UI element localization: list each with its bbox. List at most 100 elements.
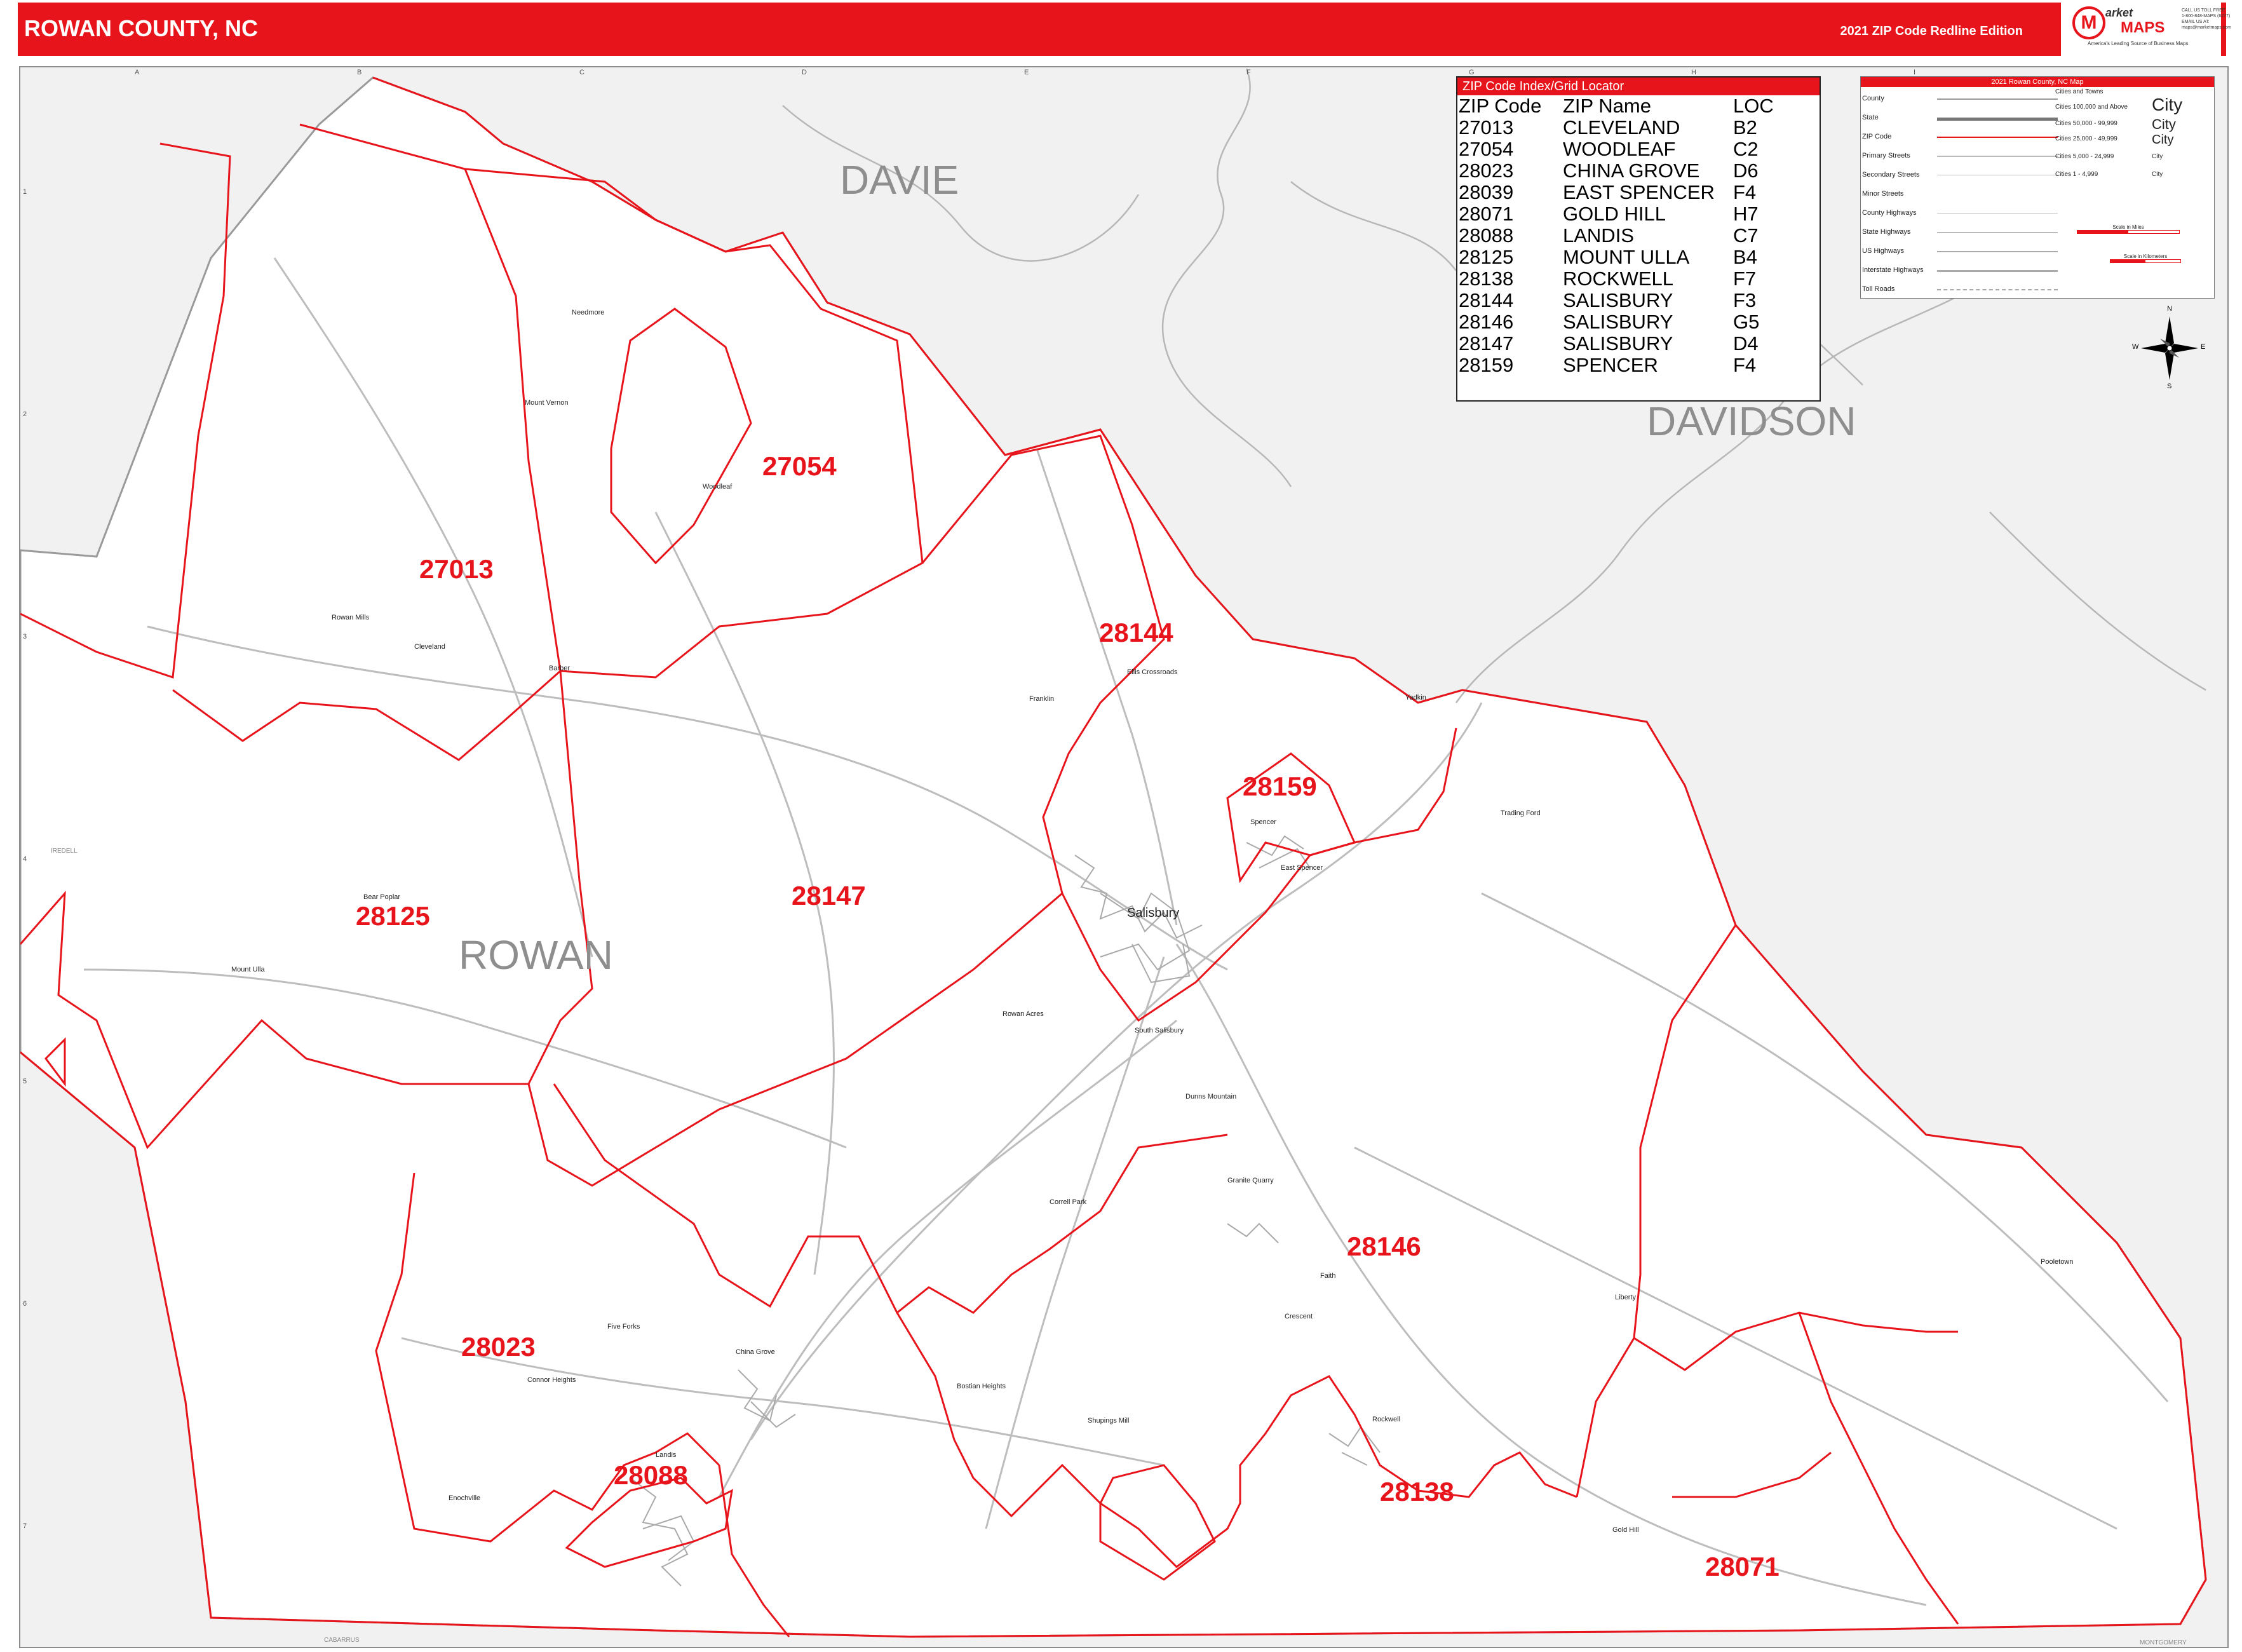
place-rockwell[interactable]: Rockwell	[1372, 1416, 1400, 1423]
zip-label-28023[interactable]: 28023	[461, 1332, 536, 1362]
place-east-spencer[interactable]: East Spencer	[1281, 864, 1323, 872]
place-dunns-mountain[interactable]: Dunns Mountain	[1185, 1093, 1236, 1100]
zip-label-28144[interactable]: 28144	[1099, 618, 1173, 648]
county-rowan-shape	[20, 76, 2207, 1638]
place-correll-park[interactable]: Correll Park	[1050, 1198, 1086, 1206]
legend-city-sample-3: City	[2152, 133, 2174, 147]
place-rowan-mills[interactable]: Rowan Mills	[332, 614, 369, 621]
table-row[interactable]: 28088 LANDIS C7	[1459, 225, 1774, 247]
table-row[interactable]: 28146 SALISBURY G5	[1459, 311, 1774, 333]
table-row[interactable]: 28159 SPENCER F4	[1459, 355, 1774, 376]
grid-row-6: 6	[23, 1300, 27, 1308]
header-bar: ROWAN COUNTY, NC 2021 ZIP Code Redline E…	[18, 3, 2231, 56]
legend-city-sample-1: City	[2152, 95, 2183, 114]
place-five-forks[interactable]: Five Forks	[607, 1323, 640, 1330]
legend-city-class-5: Cities 1 - 4,999	[2055, 171, 2098, 178]
legend-secondary: Secondary Streets	[1862, 171, 1920, 179]
place-mount-vernon[interactable]: Mount Vernon	[525, 399, 569, 407]
legend-city-class-4: Cities 5,000 - 24,999	[2055, 153, 2114, 160]
map-canvas[interactable]	[20, 67, 2227, 1647]
place-needmore[interactable]: Needmore	[572, 309, 604, 316]
place-bostian-heights[interactable]: Bostian Heights	[957, 1383, 1006, 1390]
place-connor-heights[interactable]: Connor Heights	[527, 1376, 576, 1384]
edge-label-cabarrus: CABARRUS	[324, 1637, 360, 1644]
legend-us-hwy: US Highways	[1862, 247, 1905, 255]
grid-col-h: H	[1691, 69, 1696, 76]
logo-text-line2: MAPS	[2121, 19, 2165, 36]
table-row[interactable]: 27054 WOODLEAF C2	[1459, 139, 1774, 160]
grid-row-3: 3	[23, 633, 27, 640]
legend-title: 2021 Rowan County, NC Map	[1861, 77, 2214, 87]
place-trading-ford[interactable]: Trading Ford	[1501, 809, 1541, 817]
table-row[interactable]: 28039 EAST SPENCER F4	[1459, 182, 1774, 203]
place-rowan-acres[interactable]: Rowan Acres	[1003, 1010, 1044, 1018]
compass-w: W	[2132, 343, 2139, 351]
place-franklin[interactable]: Franklin	[1029, 695, 1054, 703]
place-spencer[interactable]: Spencer	[1250, 818, 1276, 826]
place-ellis-crossroads[interactable]: Ellis Crossroads	[1127, 668, 1177, 676]
place-landis[interactable]: Landis	[656, 1451, 676, 1459]
table-row[interactable]: 28125 MOUNT ULLA B4	[1459, 247, 1774, 268]
legend-primary-line	[1937, 156, 2058, 157]
legend-state-hwy: State Highways	[1862, 228, 1911, 236]
place-crescent[interactable]: Crescent	[1285, 1313, 1313, 1320]
zip-label-27013[interactable]: 27013	[419, 554, 494, 585]
map-frame[interactable]: A B C D E F G H I 1 2 3 4 5 6 7 DAVIE DA…	[19, 66, 2229, 1648]
table-row[interactable]: 28144 SALISBURY F3	[1459, 290, 1774, 311]
place-woodleaf[interactable]: Woodleaf	[703, 483, 732, 491]
grid-col-i: I	[1914, 69, 1916, 76]
county-label-rowan: ROWAN	[459, 932, 613, 978]
legend-zip-line	[1937, 137, 2058, 138]
place-enochville[interactable]: Enochville	[449, 1494, 480, 1502]
table-row[interactable]: 28147 SALISBURY D4	[1459, 333, 1774, 355]
scale-miles: Scale in Miles	[2077, 224, 2180, 234]
compass-n: N	[2167, 305, 2172, 313]
legend-us-hwy-line	[1937, 251, 2058, 252]
place-cleveland[interactable]: Cleveland	[414, 643, 445, 651]
grid-col-a: A	[135, 69, 140, 76]
zip-index-panel: ZIP Code Index/Grid Locator ZIP Code ZIP…	[1456, 76, 1821, 402]
brand-logo[interactable]: M arket MAPS America's Leading Source of…	[2061, 3, 2231, 56]
table-row[interactable]: 27013 CLEVELAND B2	[1459, 117, 1774, 139]
grid-col-c: C	[579, 69, 584, 76]
table-row[interactable]: 28138 ROCKWELL F7	[1459, 268, 1774, 290]
zip-label-28125[interactable]: 28125	[356, 901, 430, 931]
place-mount-ulla[interactable]: Mount Ulla	[231, 966, 265, 973]
legend-state-hwy-line	[1937, 232, 2058, 233]
zip-label-27054[interactable]: 27054	[762, 451, 837, 482]
place-china-grove[interactable]: China Grove	[736, 1348, 775, 1356]
col-header-zip: ZIP Code	[1459, 95, 1542, 117]
place-gold-hill[interactable]: Gold Hill	[1612, 1526, 1639, 1534]
place-yadkin[interactable]: Yadkin	[1405, 694, 1426, 701]
grid-col-f: F	[1246, 69, 1251, 76]
edge-label-montgomery: MONTGOMERY	[2140, 1639, 2187, 1646]
legend-state: State	[1862, 114, 1879, 121]
edge-label-iredell: IREDELL	[51, 848, 78, 855]
legend-county-hwy: County Highways	[1862, 209, 1917, 217]
place-shupings-mill[interactable]: Shupings Mill	[1088, 1417, 1129, 1425]
place-granite-quarry[interactable]: Granite Quarry	[1227, 1177, 1274, 1184]
zip-label-28146[interactable]: 28146	[1347, 1231, 1421, 1262]
page-title: ROWAN COUNTY, NC	[24, 15, 258, 41]
compass-e: E	[2201, 343, 2206, 351]
zip-label-28088[interactable]: 28088	[614, 1460, 688, 1491]
zip-label-28138[interactable]: 28138	[1380, 1477, 1454, 1507]
zip-index-title: ZIP Code Index/Grid Locator	[1457, 78, 1820, 95]
zip-label-28159[interactable]: 28159	[1243, 771, 1317, 802]
edition-label: 2021 ZIP Code Redline Edition	[1840, 24, 2023, 38]
place-south-salisbury[interactable]: South Salisbury	[1135, 1027, 1184, 1034]
place-bear-poplar[interactable]: Bear Poplar	[363, 893, 400, 901]
place-barber[interactable]: Barber	[549, 665, 570, 672]
scale-km: Scale in Kilometers	[2110, 254, 2181, 263]
place-liberty[interactable]: Liberty	[1615, 1294, 1636, 1301]
place-salisbury[interactable]: Salisbury	[1127, 906, 1179, 921]
zip-label-28071[interactable]: 28071	[1705, 1552, 1779, 1582]
table-row[interactable]: 28023 CHINA GROVE D6	[1459, 160, 1774, 182]
legend-county: County	[1862, 95, 1884, 102]
zip-label-28147[interactable]: 28147	[792, 881, 866, 911]
table-row[interactable]: 28071 GOLD HILL H7	[1459, 203, 1774, 225]
legend-county-line	[1937, 98, 2058, 100]
place-faith[interactable]: Faith	[1320, 1272, 1335, 1280]
place-pooletown[interactable]: Pooletown	[2041, 1258, 2073, 1266]
legend-minor: Minor Streets	[1862, 190, 1904, 198]
